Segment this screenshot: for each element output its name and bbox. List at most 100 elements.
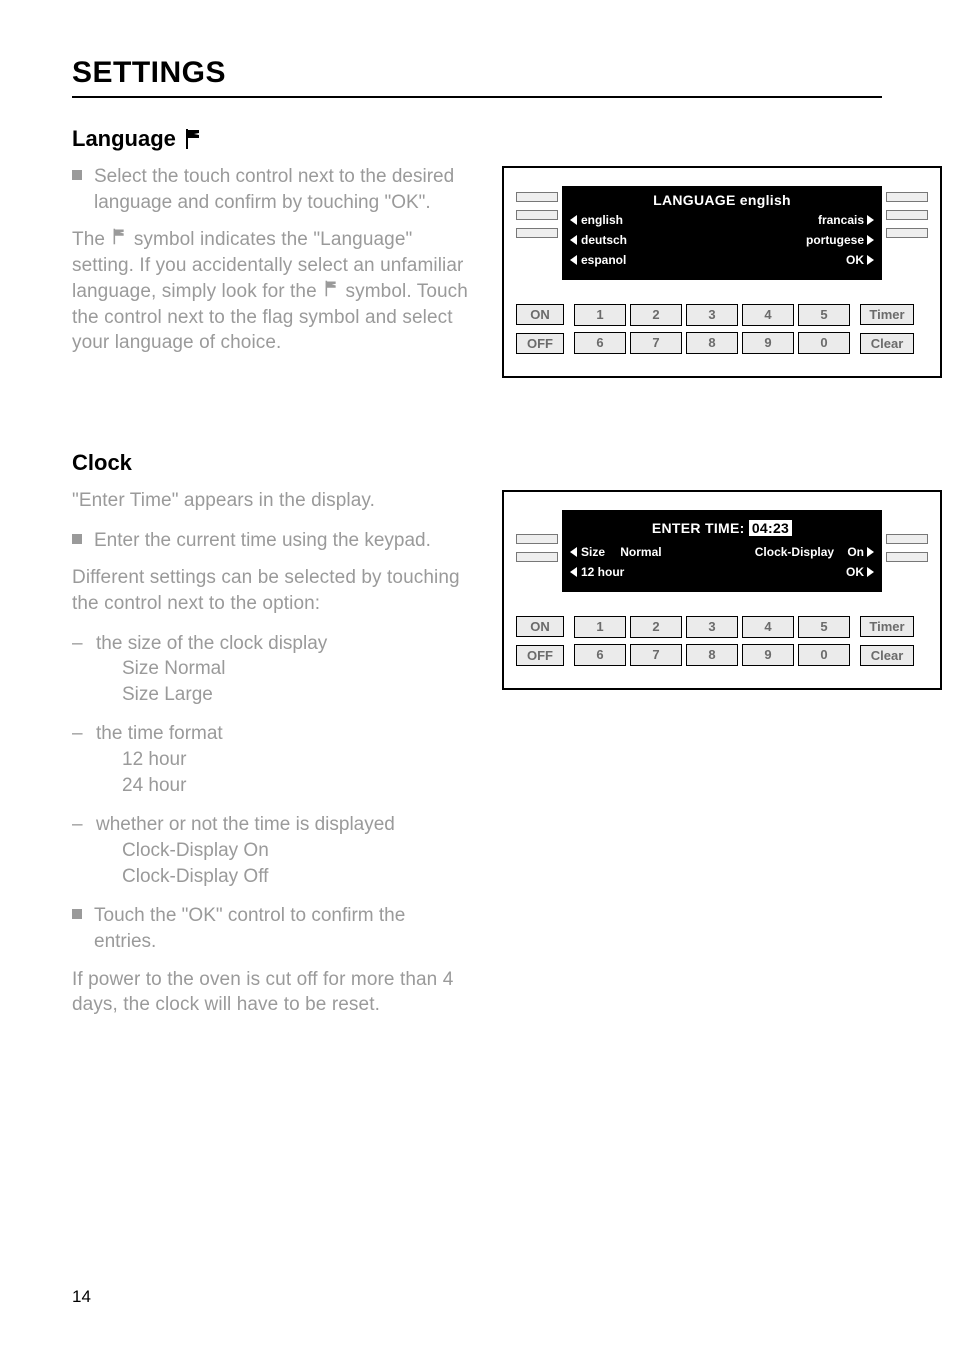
clock-opt-2: – the time format 12 hour 24 hour <box>72 721 472 798</box>
page-number: 14 <box>72 1287 91 1307</box>
clock-intro: "Enter Time" appears in the display. <box>72 488 472 514</box>
triangle-right-icon <box>867 215 874 225</box>
key-7[interactable]: 7 <box>630 644 682 666</box>
language-panel: LANGUAGE english english francais deutsc… <box>502 166 942 378</box>
screen-title: LANGUAGE english <box>570 192 874 208</box>
numeric-keypad: 1 2 3 4 5 6 7 8 9 0 <box>574 616 850 666</box>
clear-button[interactable]: Clear <box>860 645 914 666</box>
triangle-left-icon <box>570 215 577 225</box>
numeric-keypad: 1 2 3 4 5 6 7 8 9 0 <box>574 304 850 354</box>
off-button[interactable]: OFF <box>516 333 564 354</box>
keypad: ON OFF 1 2 3 4 5 6 7 8 9 0 <box>516 616 928 666</box>
touch-slot[interactable] <box>886 552 928 562</box>
key-2[interactable]: 2 <box>630 616 682 638</box>
key-0[interactable]: 0 <box>798 332 850 354</box>
touch-slot[interactable] <box>516 210 558 220</box>
time-format: 12 hour <box>581 565 624 579</box>
key-7[interactable]: 7 <box>630 332 682 354</box>
clock-bullet-2: Touch the "OK" control to confirm the en… <box>72 903 472 954</box>
on-button[interactable]: ON <box>516 304 564 325</box>
left-touch-strip <box>516 510 561 562</box>
right-touch-strip <box>883 510 928 562</box>
language-paragraph: The symbol indicates the "Language" sett… <box>72 227 472 356</box>
triangle-right-icon <box>867 235 874 245</box>
key-6[interactable]: 6 <box>574 644 626 666</box>
touch-slot[interactable] <box>516 228 558 238</box>
opt1-b: Size Large <box>96 682 327 708</box>
language-bullet-1-text: Select the touch control next to the des… <box>94 164 472 215</box>
key-1[interactable]: 1 <box>574 304 626 326</box>
key-2[interactable]: 2 <box>630 304 682 326</box>
touch-slot[interactable] <box>516 192 558 202</box>
opt-deutsch: deutsch <box>581 233 627 247</box>
clock-display-label: Clock-Display <box>755 545 834 559</box>
opt3-head: whether or not the time is displayed <box>96 812 395 838</box>
key-1[interactable]: 1 <box>574 616 626 638</box>
triangle-left-icon <box>570 567 577 577</box>
opt-espanol: espanol <box>581 253 626 267</box>
opt2-a: 12 hour <box>96 747 223 773</box>
triangle-right-icon <box>867 567 874 577</box>
lang-para-pre: The <box>72 229 110 250</box>
triangle-right-icon <box>867 255 874 265</box>
flag-icon <box>184 129 202 149</box>
left-touch-strip <box>516 186 561 238</box>
key-4[interactable]: 4 <box>742 616 794 638</box>
triangle-left-icon <box>570 547 577 557</box>
opt2-head: the time format <box>96 721 223 747</box>
display-screen: LANGUAGE english english francais deutsc… <box>562 186 882 280</box>
touch-slot[interactable] <box>886 210 928 220</box>
key-5[interactable]: 5 <box>798 616 850 638</box>
off-button[interactable]: OFF <box>516 645 564 666</box>
timer-button[interactable]: Timer <box>860 616 914 637</box>
clock-opt-1: – the size of the clock display Size Nor… <box>72 631 472 708</box>
key-6[interactable]: 6 <box>574 332 626 354</box>
clock-display-value: On <box>847 545 864 559</box>
on-button[interactable]: ON <box>516 616 564 637</box>
language-heading: Language <box>72 126 472 152</box>
key-8[interactable]: 8 <box>686 644 738 666</box>
ok-label: OK <box>846 565 864 579</box>
touch-slot[interactable] <box>886 534 928 544</box>
enter-time-value: 04:23 <box>749 520 792 536</box>
key-3[interactable]: 3 <box>686 616 738 638</box>
opt3-a: Clock-Display On <box>96 838 395 864</box>
key-5[interactable]: 5 <box>798 304 850 326</box>
flag-icon <box>112 227 126 253</box>
triangle-left-icon <box>570 235 577 245</box>
opt-portugese: portugese <box>806 233 864 247</box>
clock-bullet-2-text: Touch the "OK" control to confirm the en… <box>94 903 472 954</box>
language-bullet-1: Select the touch control next to the des… <box>72 164 472 215</box>
screen-title: ENTER TIME: 04:23 <box>570 520 874 536</box>
key-9[interactable]: 9 <box>742 332 794 354</box>
page-title: SETTINGS <box>72 56 882 90</box>
opt1-head: the size of the clock display <box>96 631 327 657</box>
touch-slot[interactable] <box>516 552 558 562</box>
language-heading-text: Language <box>72 126 176 152</box>
opt-ok: OK <box>846 253 864 267</box>
clock-bullet-1: Enter the current time using the keypad. <box>72 528 472 554</box>
clear-button[interactable]: Clear <box>860 333 914 354</box>
clock-panel: ENTER TIME: 04:23 Size Normal Clock-Disp… <box>502 490 942 690</box>
touch-slot[interactable] <box>886 228 928 238</box>
square-bullet-icon <box>72 903 84 954</box>
size-label: Size <box>581 545 605 559</box>
display-screen: ENTER TIME: 04:23 Size Normal Clock-Disp… <box>562 510 882 592</box>
right-touch-strip <box>883 186 928 238</box>
triangle-right-icon <box>867 547 874 557</box>
touch-slot[interactable] <box>516 534 558 544</box>
clock-para-1: Different settings can be selected by to… <box>72 565 472 616</box>
touch-slot[interactable] <box>886 192 928 202</box>
opt-english: english <box>581 213 623 227</box>
flag-icon <box>324 279 338 305</box>
keypad: ON OFF 1 2 3 4 5 6 7 8 9 0 <box>516 304 928 354</box>
opt-francais: francais <box>818 213 864 227</box>
key-8[interactable]: 8 <box>686 332 738 354</box>
clock-para-2: If power to the oven is cut off for more… <box>72 967 472 1018</box>
key-9[interactable]: 9 <box>742 644 794 666</box>
key-3[interactable]: 3 <box>686 304 738 326</box>
key-4[interactable]: 4 <box>742 304 794 326</box>
key-0[interactable]: 0 <box>798 644 850 666</box>
clock-opt-3: – whether or not the time is displayed C… <box>72 812 472 889</box>
timer-button[interactable]: Timer <box>860 304 914 325</box>
